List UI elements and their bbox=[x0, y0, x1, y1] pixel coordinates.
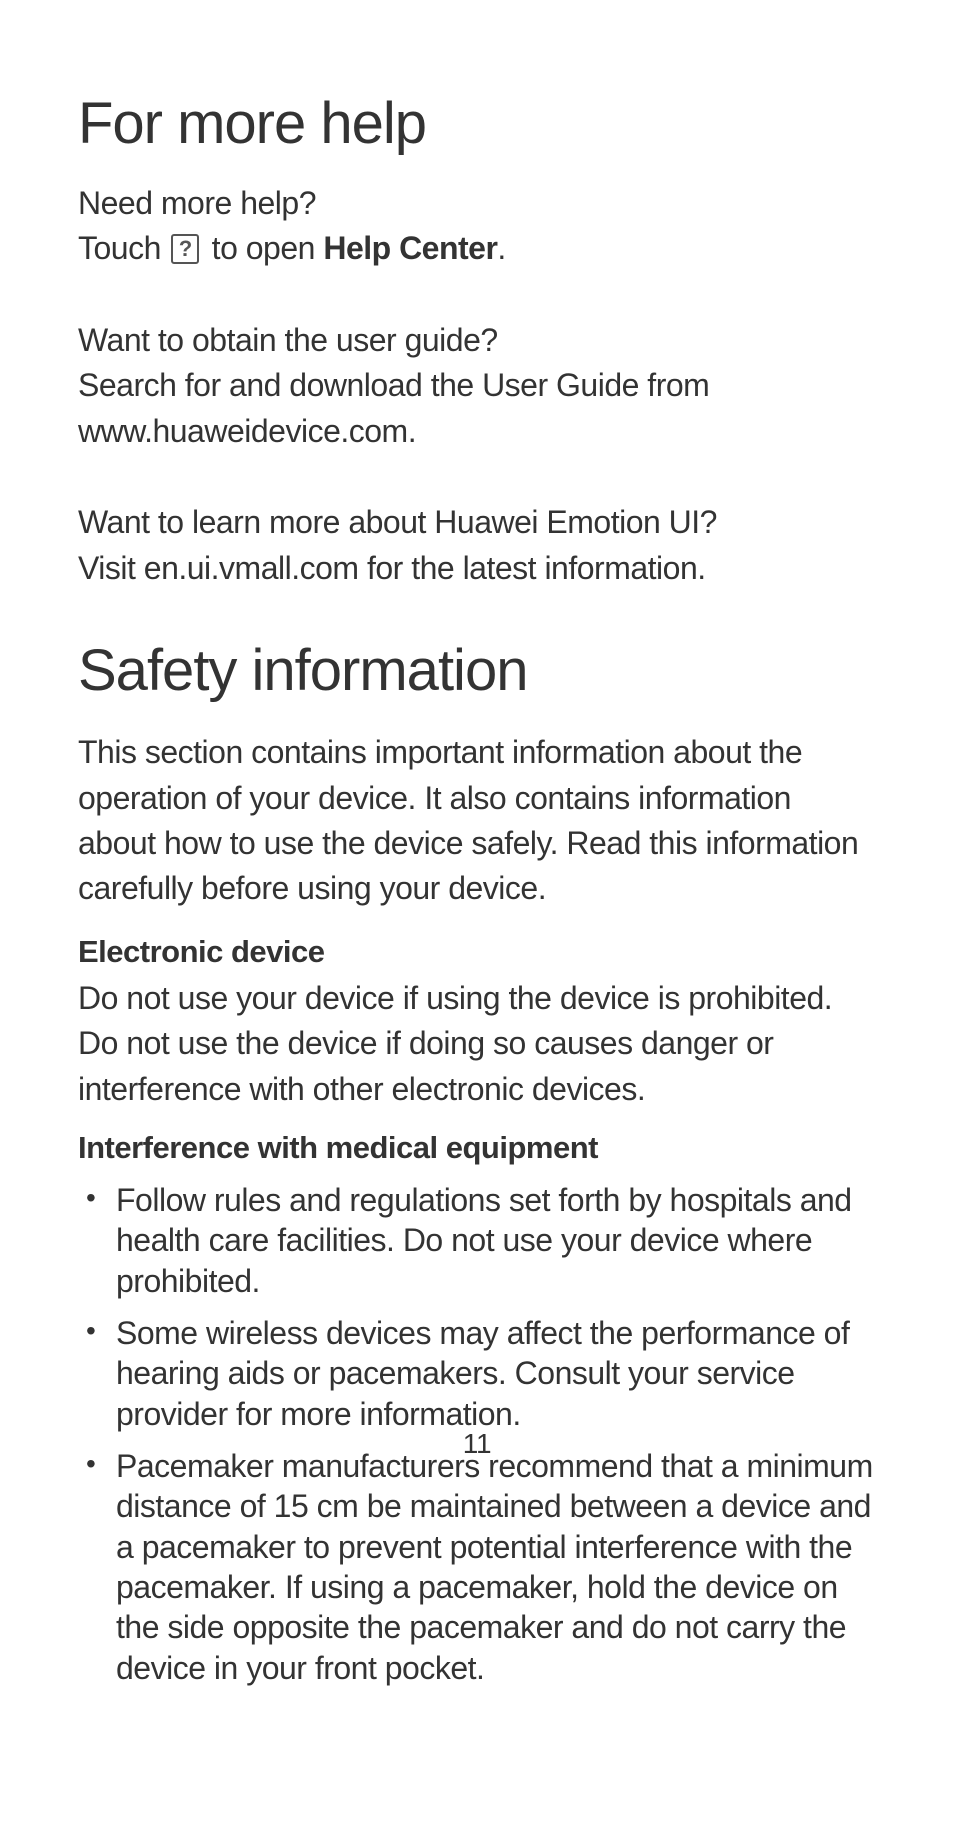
help-p1-touch: Touch bbox=[78, 230, 169, 266]
help-p1-toopen: to open bbox=[203, 230, 323, 266]
page-number: 11 bbox=[0, 1428, 954, 1460]
help-p2-body: Search for and download the User Guide f… bbox=[78, 367, 709, 448]
electronic-device-body: Do not use your device if using the devi… bbox=[78, 976, 876, 1112]
help-center-label: Help Center bbox=[323, 230, 497, 266]
list-item: Pacemaker manufacturers recommend that a… bbox=[78, 1446, 876, 1688]
heading-for-more-help: For more help bbox=[78, 90, 876, 157]
help-p1-period: . bbox=[497, 230, 505, 266]
help-p2-question: Want to obtain the user guide? bbox=[78, 322, 498, 358]
help-p1-question: Need more help? bbox=[78, 185, 316, 221]
help-paragraph-3: Want to learn more about Huawei Emotion … bbox=[78, 500, 876, 591]
help-icon bbox=[171, 234, 199, 264]
subhead-electronic-device: Electronic device bbox=[78, 934, 876, 970]
help-p3-question: Want to learn more about Huawei Emotion … bbox=[78, 504, 717, 540]
subhead-medical-equipment: Interference with medical equipment bbox=[78, 1130, 876, 1166]
list-item: Follow rules and regulations set forth b… bbox=[78, 1180, 876, 1301]
heading-safety-information: Safety information bbox=[78, 637, 876, 704]
help-p3-body: Visit en.ui.vmall.com for the latest inf… bbox=[78, 550, 706, 586]
list-item: Some wireless devices may affect the per… bbox=[78, 1313, 876, 1434]
help-paragraph-1: Need more help? Touch to open Help Cente… bbox=[78, 181, 876, 272]
help-paragraph-2: Want to obtain the user guide? Search fo… bbox=[78, 318, 876, 454]
safety-intro: This section contains important informat… bbox=[78, 730, 876, 912]
